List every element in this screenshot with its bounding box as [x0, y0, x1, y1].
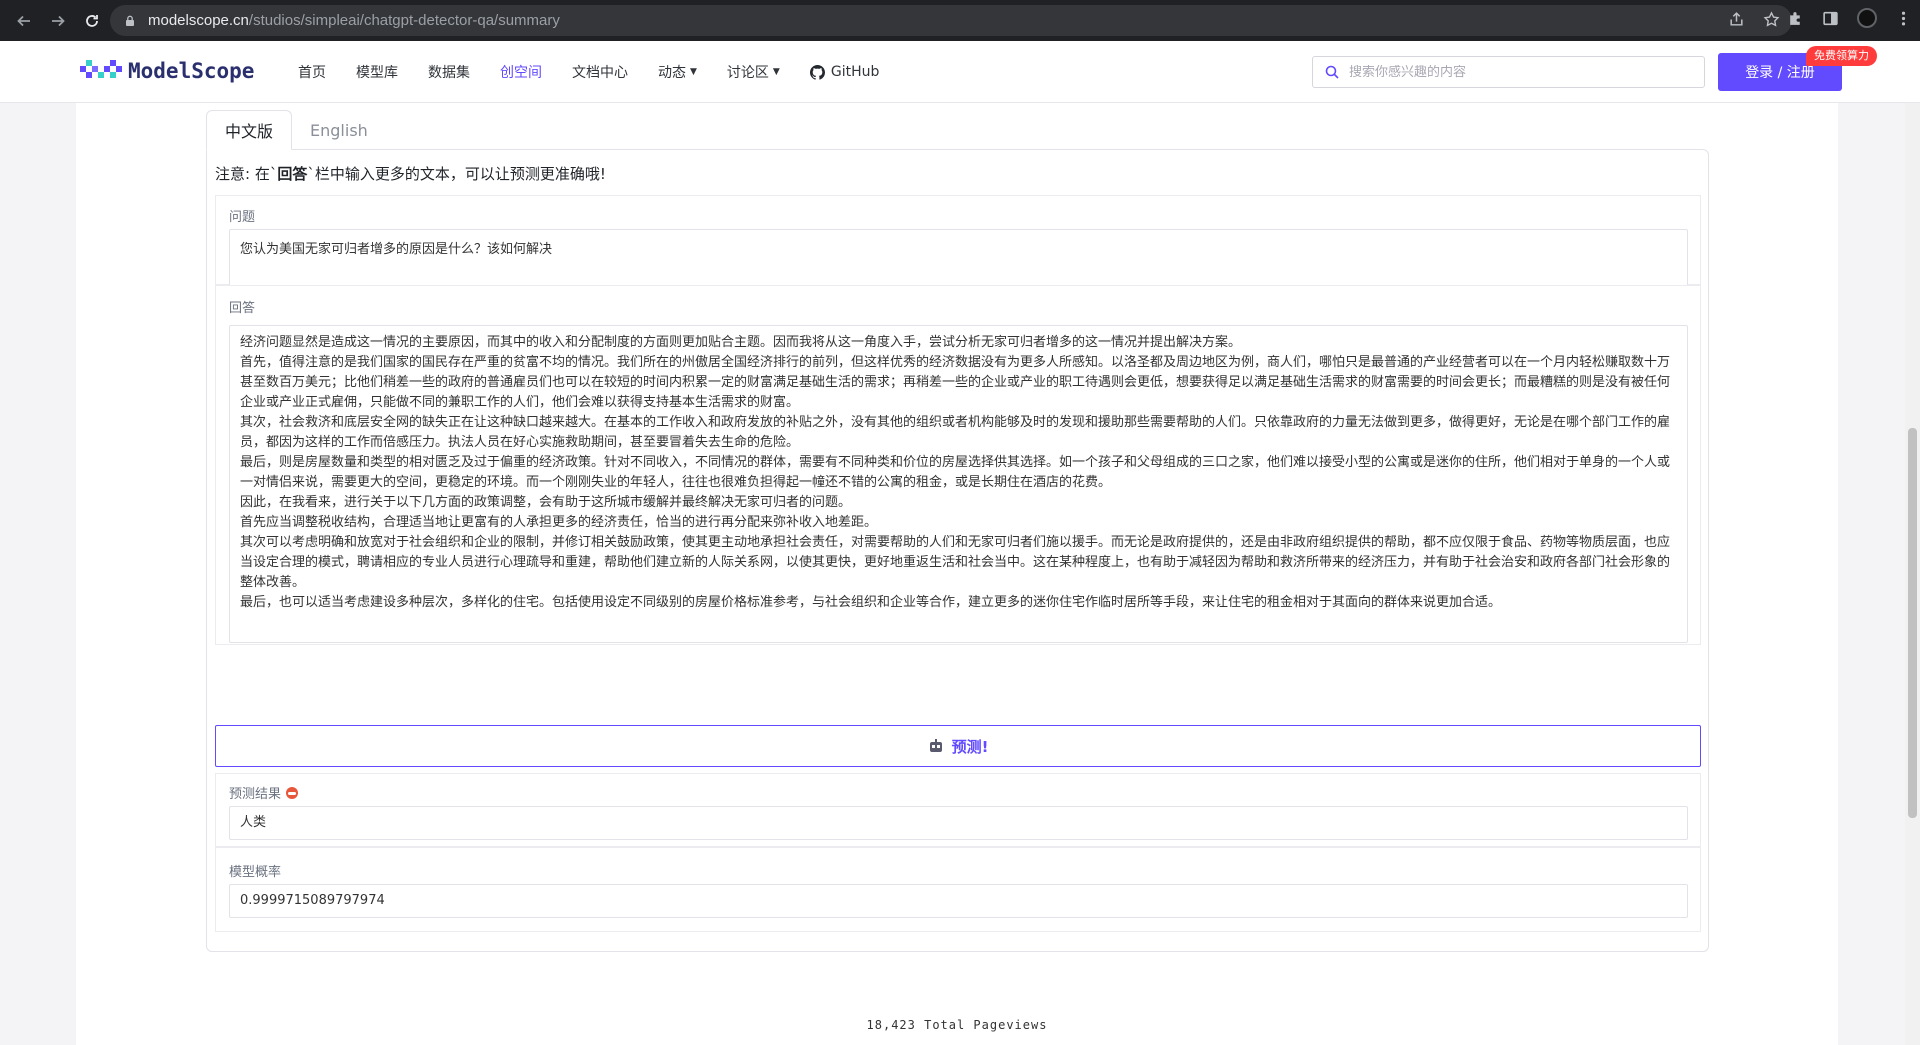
share-icon[interactable] [1728, 11, 1745, 28]
result-label-wrap: 预测结果 [229, 783, 299, 802]
nav-news-label: 动态 [658, 65, 686, 81]
nav-forum[interactable]: 讨论区 ▼ [727, 62, 780, 82]
modelscope-logo[interactable]: ModelScope [80, 58, 254, 84]
probability-output: 0.9999715089797974 [229, 884, 1688, 918]
question-input[interactable]: 您认为美国无家可归者增多的原因是什么？该如何解决 [229, 229, 1688, 289]
question-label: 问题 [229, 210, 256, 225]
search-icon [1325, 65, 1339, 79]
side-panel-icon[interactable] [1822, 10, 1839, 27]
nav-docs-label: 文档中心 [572, 65, 628, 81]
logo-text: ModelScope [128, 59, 255, 83]
answer-textarea[interactable]: 经济问题显然是造成这一情况的主要原因，而其中的收入和分配制度的方面则更加贴合主题… [229, 325, 1688, 643]
logo-mark-icon [80, 60, 122, 78]
address-bar[interactable]: modelscope.cn/studios/simpleai/chatgpt-d… [110, 5, 1792, 36]
probability-label: 模型概率 [229, 865, 282, 880]
main-nav: 首页 模型库 数据集 创空间 文档中心 动态 ▼ 讨论区 ▼ GitHub [298, 62, 909, 82]
forward-icon[interactable] [44, 7, 72, 35]
answer-paragraph: 其次可以考虑明确和放宽对于社会组织和企业的限制，并修订相关鼓励政策，使其更主动地… [240, 535, 1671, 590]
nav-github-label: GitHub [830, 64, 880, 80]
reload-icon[interactable] [78, 7, 106, 35]
github-icon [809, 64, 825, 80]
answer-paragraph: 首先应当调整税收结构，合理适当地让更富有的人承担更多的经济责任，恰当的进行再分配… [240, 515, 878, 530]
tab-chinese[interactable]: 中文版 [206, 110, 293, 150]
scrollbar-thumb[interactable] [1908, 428, 1917, 818]
result-output: 人类 [229, 806, 1688, 840]
detector-panel: 注意: 在`回答`栏中输入更多的文本，可以让预测更准确哦! 问题 您认为美国无家… [206, 149, 1709, 952]
nav-github[interactable]: GitHub [809, 62, 880, 82]
question-block: 问题 您认为美国无家可归者增多的原因是什么？该如何解决 [215, 195, 1701, 289]
result-block: 预测结果 人类 [215, 773, 1701, 847]
nav-datasets-label: 数据集 [428, 65, 470, 81]
promo-badge[interactable]: 免费领算力 [1806, 46, 1877, 66]
language-tabs: 中文版 English [206, 110, 386, 150]
studio-page: 中文版 English 注意: 在`回答`栏中输入更多的文本，可以让预测更准确哦… [76, 103, 1838, 1045]
predict-button[interactable]: 预测! [215, 725, 1701, 767]
answer-paragraph: 首先，值得注意的是我们国家的国民存在严重的贫富不均的情况。我们所在的州傲居全国经… [240, 355, 1671, 410]
result-label: 预测结果 [229, 787, 282, 802]
robot-icon [929, 739, 942, 752]
search-box[interactable] [1312, 56, 1705, 88]
url-text: modelscope.cn/studios/simpleai/chatgpt-d… [148, 12, 560, 29]
caret-down-icon: ▼ [772, 67, 780, 77]
profile-avatar[interactable] [1857, 8, 1877, 28]
url-path: /studios/simpleai/chatgpt-detector-qa/su… [248, 12, 560, 29]
notice-suffix: `栏中输入更多的文本，可以让预测更准确哦! [307, 165, 606, 183]
search-input[interactable] [1349, 64, 1689, 80]
tab-english[interactable]: English [292, 110, 386, 150]
answer-block: 回答 经济问题显然是造成这一情况的主要原因，而其中的收入和分配制度的方面则更加贴… [215, 285, 1701, 645]
answer-paragraph: 经济问题显然是造成这一情况的主要原因，而其中的收入和分配制度的方面则更加贴合主题… [240, 335, 1242, 350]
nav-studios-label: 创空间 [500, 65, 542, 81]
more-menu-icon[interactable] [1895, 10, 1912, 27]
site-header: ModelScope 首页 模型库 数据集 创空间 文档中心 动态 ▼ 讨论区 ▼ … [0, 41, 1920, 103]
extensions-icon[interactable] [1787, 10, 1804, 27]
pageviews-counter: 18,423 Total Pageviews [866, 1018, 1048, 1032]
answer-paragraph: 最后，也可以适当考虑建设多种层次，多样化的住宅。包括使用设定不同级别的房屋价格标… [240, 595, 1502, 610]
nav-forum-label: 讨论区 [726, 65, 769, 81]
answer-paragraph: 最后，则是房屋数量和类型的相对匮乏及过于偏重的经济政策。针对不同收入，不同情况的… [240, 455, 1671, 490]
page-scrollbar[interactable] [1905, 103, 1920, 1045]
nav-datasets[interactable]: 数据集 [428, 62, 470, 82]
notice-prefix: 注意: 在` [215, 165, 278, 183]
back-icon[interactable] [10, 7, 38, 35]
nav-docs[interactable]: 文档中心 [572, 62, 628, 82]
lock-icon [126, 15, 134, 26]
nav-news[interactable]: 动态 ▼ [658, 62, 697, 82]
predict-button-label: 预测! [951, 737, 989, 756]
nav-studios[interactable]: 创空间 [500, 62, 542, 82]
face-icon [286, 786, 299, 799]
answer-paragraph: 其次，社会救济和底层安全网的缺失正在让这种缺口越来越大。在基本的工作收入和政府发… [240, 415, 1671, 450]
notice-text: 注意: 在`回答`栏中输入更多的文本，可以让预测更准确哦! [215, 163, 606, 184]
probability-block: 模型概率 0.9999715089797974 [215, 847, 1701, 932]
notice-bold: 回答 [277, 165, 308, 183]
bookmark-star-icon[interactable] [1763, 11, 1780, 28]
answer-paragraph: 因此，在我看来，进行关于以下几方面的政策调整，会有助于这所城市缓解并最终解决无家… [240, 495, 852, 510]
nav-models[interactable]: 模型库 [356, 62, 398, 82]
nav-models-label: 模型库 [356, 65, 398, 81]
caret-down-icon: ▼ [690, 67, 697, 77]
nav-home[interactable]: 首页 [298, 62, 326, 82]
browser-toolbar: modelscope.cn/studios/simpleai/chatgpt-d… [0, 0, 1920, 41]
url-domain: modelscope.cn [148, 12, 249, 29]
nav-home-label: 首页 [298, 65, 326, 81]
answer-label: 回答 [229, 301, 256, 316]
